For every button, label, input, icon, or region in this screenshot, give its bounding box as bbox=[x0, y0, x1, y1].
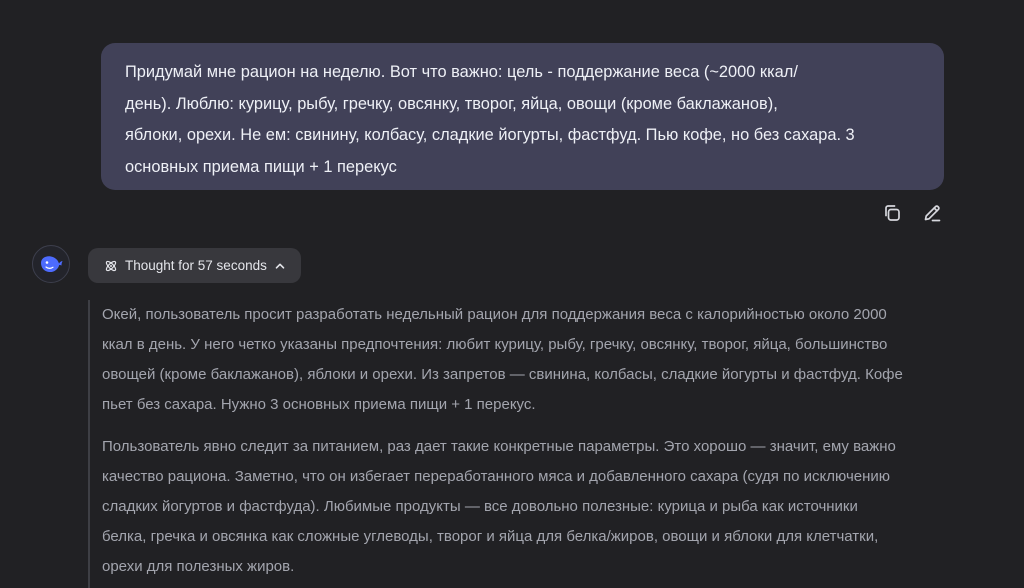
thought-line: орехи для полезных жиров. bbox=[102, 558, 295, 575]
message-actions bbox=[880, 201, 944, 225]
edit-button[interactable] bbox=[920, 201, 944, 225]
thought-paragraph: Пользователь явно следит за питанием, ра… bbox=[102, 432, 958, 582]
copy-icon bbox=[885, 205, 900, 221]
user-message-line: основных приема пищи + 1 перекус bbox=[125, 157, 397, 176]
user-message-line: яблоки, орехи. Не ем: свинину, колбасу, … bbox=[125, 126, 855, 144]
user-message-line: Придумай мне рацион на неделю. Вот что в… bbox=[125, 63, 798, 81]
copy-button[interactable] bbox=[880, 201, 904, 225]
thought-line: Пользователь явно следит за питанием, ра… bbox=[102, 438, 896, 455]
thought-line: сладких йогуртов и фастфуда). Любимые пр… bbox=[102, 498, 858, 515]
atom-icon bbox=[104, 259, 118, 273]
whale-icon bbox=[41, 256, 63, 273]
thought-line: качество рациона. Заметно, что он избега… bbox=[102, 468, 891, 485]
thought-line: белка, гречка и овсянка как сложные угле… bbox=[102, 528, 879, 545]
thought-content: Окей, пользователь просит разработать не… bbox=[88, 300, 958, 588]
thought-toggle-button[interactable]: Thought for 57 seconds bbox=[88, 248, 301, 283]
pencil-icon bbox=[924, 205, 941, 222]
thought-label: Thought for 57 seconds bbox=[125, 258, 267, 273]
thought-line: пьет без сахара. Нужно 3 основных приема… bbox=[102, 396, 536, 413]
user-message-line: день). Люблю: курицу, рыбу, гречку, овся… bbox=[125, 94, 778, 113]
thought-line: ккал в день. У него четко указаны предпо… bbox=[102, 336, 888, 353]
thought-line: овощей (кроме баклажанов), яблоки и орех… bbox=[102, 366, 903, 383]
chevron-up-icon bbox=[274, 260, 286, 272]
user-message-bubble: Придумай мне рацион на неделю. Вот что в… bbox=[101, 43, 944, 190]
thought-paragraph: Окей, пользователь просит разработать не… bbox=[102, 300, 958, 420]
thought-line: Окей, пользователь просит разработать не… bbox=[102, 306, 887, 323]
assistant-avatar bbox=[32, 245, 70, 283]
chat-page: Придумай мне рацион на неделю. Вот что в… bbox=[0, 0, 1024, 588]
